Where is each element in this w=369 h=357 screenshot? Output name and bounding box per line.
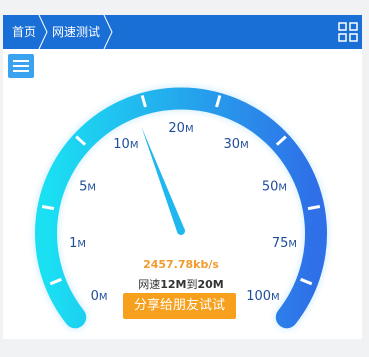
- top-nav-bar: 首页 网速测试: [3, 15, 362, 49]
- current-speed: 2457.78kb/s: [143, 258, 219, 271]
- gauge-scale-label: 0M: [91, 289, 108, 304]
- gauge-scale-label: 1M: [69, 236, 86, 251]
- grid-icon[interactable]: [338, 22, 358, 42]
- share-button[interactable]: 分享给朋友试试: [123, 293, 236, 319]
- breadcrumb-home[interactable]: 首页: [12, 15, 36, 49]
- gauge-scale-label: 10M: [113, 137, 138, 152]
- gauge-needle-hub: [177, 227, 185, 235]
- speed-range: 网速12M到20M: [106, 276, 256, 292]
- gauge-needle: [141, 126, 185, 233]
- breadcrumb-current[interactable]: 网速测试: [52, 15, 100, 49]
- gauge-scale-label: 5M: [79, 179, 96, 194]
- gauge-scale-label: 30M: [224, 137, 249, 152]
- speed-test-panel: 0M 1M 5M 10M 20M 30M 50M 75M 100M 2457.78kb/s 网速…: [3, 49, 362, 339]
- speed-range-high: 20M: [197, 278, 224, 291]
- gauge-tick: [307, 205, 321, 211]
- gauge-scale-label: 75M: [272, 236, 297, 251]
- speed-range-to: 到: [186, 278, 198, 291]
- page: 首页 网速测试 0M 1M 5M 10M 20M 30M 50M 75M 100…: [0, 0, 369, 357]
- breadcrumb-separator-icon: [38, 15, 48, 49]
- speed-range-prefix: 网速: [138, 278, 161, 291]
- gauge-tick: [41, 205, 55, 211]
- breadcrumb-separator-icon: [103, 15, 113, 49]
- gauge-scale-label: 20M: [168, 121, 193, 136]
- speed-range-low: 12M: [160, 278, 187, 291]
- gauge-scale-label: 50M: [262, 179, 287, 194]
